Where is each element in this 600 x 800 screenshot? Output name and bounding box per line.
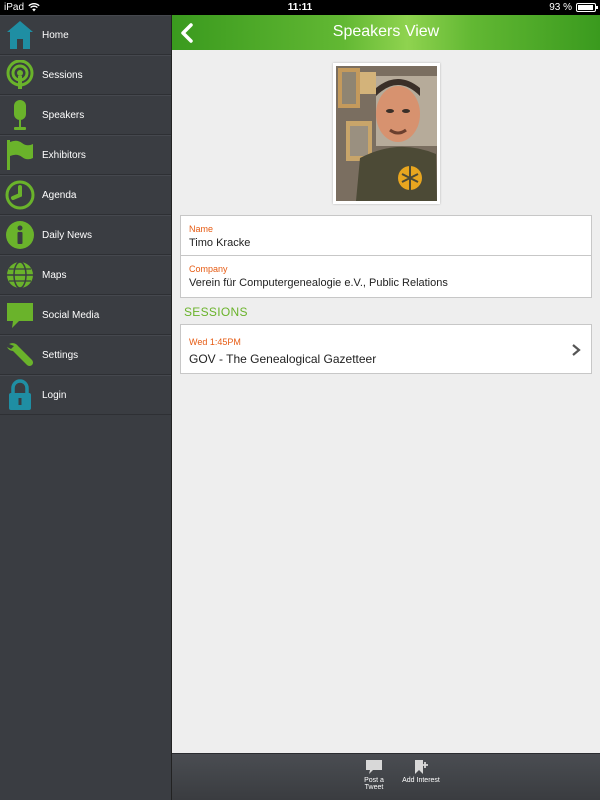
add-interest-button[interactable]: Add Interest [398,759,444,784]
sidebar-item-agenda[interactable]: Agenda [0,175,171,215]
info-icon [0,215,40,255]
sidebar-item-label: Social Media [42,309,100,321]
home-icon [0,15,40,55]
sidebar-item-label: Home [42,29,69,41]
battery-percent: 93 % [549,2,572,13]
microphone-icon [0,95,40,135]
speaker-photo [336,66,437,201]
sidebar-item-label: Speakers [42,109,85,121]
status-bar: iPad 11:11 93 % [0,0,600,15]
session-time: Wed 1:45PM [189,337,241,347]
globe-icon [0,255,40,295]
sidebar-item-daily-news[interactable]: Daily News [0,215,171,255]
name-field: Name Timo Kracke [180,215,592,256]
sidebar-item-exhibitors[interactable]: Exhibitors [0,135,171,175]
chevron-right-icon [572,344,581,356]
session-row[interactable]: Wed 1:45PM GOV - The Genealogical Gazett… [180,324,592,374]
sidebar-item-label: Login [42,389,67,401]
sidebar: Home Sessions Speakers Exhibitors Agenda… [0,15,172,800]
post-tweet-label: Post a Tweet [364,777,384,791]
sidebar-item-sessions[interactable]: Sessions [0,55,171,95]
wrench-icon [0,335,40,375]
battery-fill [578,5,593,10]
sidebar-item-login[interactable]: Login [0,375,171,415]
main-panel: Speakers View Name Timo Kracke Company V… [172,15,600,800]
company-value: Verein für Computergenealogie e.V., Publ… [189,277,448,289]
bottom-toolbar: Post a Tweet Add Interest [172,753,600,800]
speech-bubble-icon [366,760,382,774]
name-label: Name [189,224,214,234]
sidebar-item-home[interactable]: Home [0,15,171,55]
page-title: Speakers View [332,23,440,40]
podcast-icon [0,55,40,95]
sessions-heading: SESSIONS [184,305,248,319]
sidebar-item-label: Agenda [42,189,77,201]
status-time: 11:11 [287,2,313,13]
sidebar-item-label: Maps [42,269,67,281]
sidebar-item-label: Daily News [42,229,93,241]
add-interest-label: Add Interest [402,777,440,784]
session-name: GOV - The Genealogical Gazetteer [189,352,377,366]
battery-icon [576,3,598,12]
chat-icon [0,295,40,335]
company-label: Company [189,264,228,274]
bookmark-plus-icon [415,760,428,774]
speaker-photo-frame [333,63,440,204]
sidebar-item-settings[interactable]: Settings [0,335,171,375]
sidebar-item-label: Settings [42,349,79,361]
sidebar-item-maps[interactable]: Maps [0,255,171,295]
sidebar-item-speakers[interactable]: Speakers [0,95,171,135]
post-tweet-button[interactable]: Post a Tweet [355,759,393,791]
flag-icon [0,135,40,175]
company-field: Company Verein für Computergenealogie e.… [180,255,592,298]
battery-group: 93 % [549,2,598,13]
nav-bar: Speakers View [172,15,600,50]
sidebar-item-label: Sessions [42,69,83,81]
sidebar-item-label: Exhibitors [42,149,86,161]
lock-icon [0,375,40,415]
sidebar-item-social-media[interactable]: Social Media [0,295,171,335]
name-value: Timo Kracke [189,237,251,249]
clock-icon [0,175,40,215]
